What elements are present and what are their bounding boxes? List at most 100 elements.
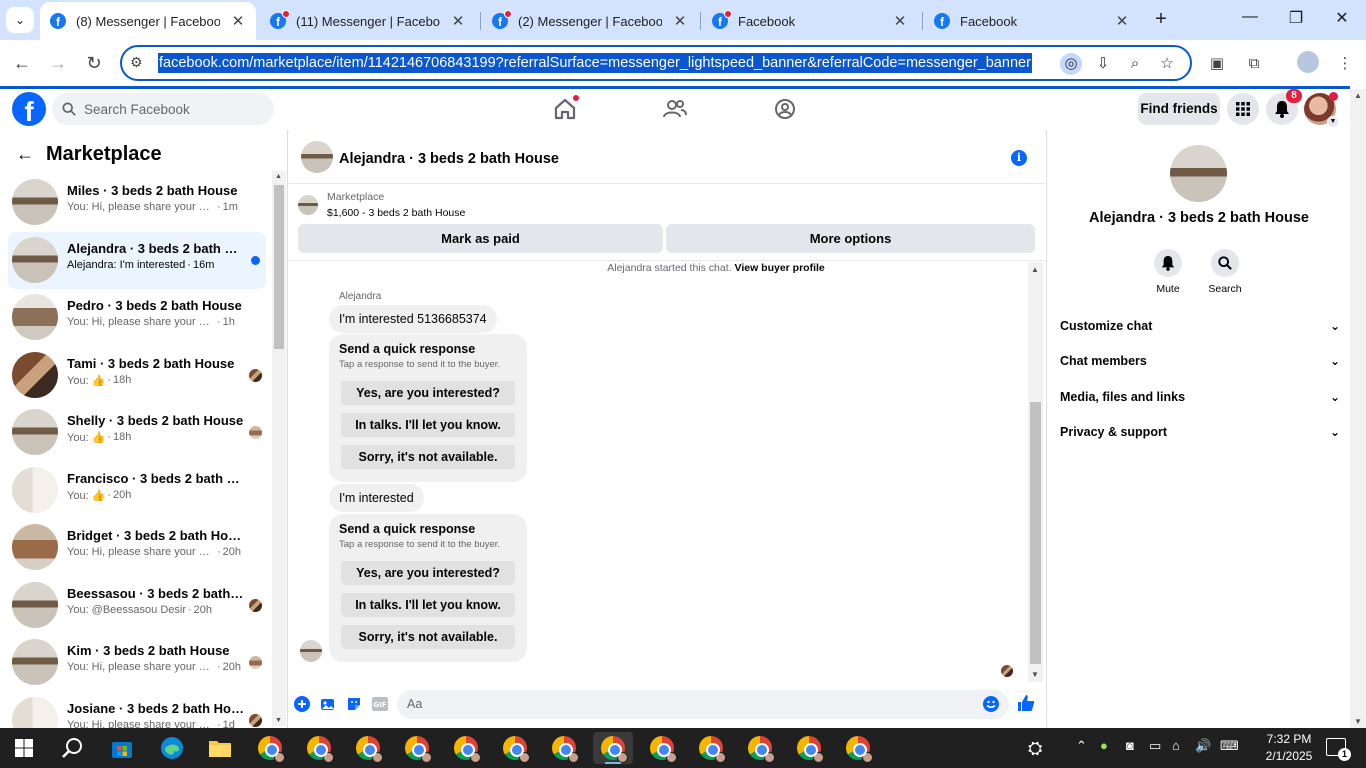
listing-large-thumbnail[interactable] [1170,145,1227,202]
chat-scrollbar[interactable]: ▲ ▼ [1028,262,1043,682]
emoji-icon[interactable] [983,696,999,712]
browser-tab-4[interactable]: f Facebook ✕ [702,4,918,38]
listing-thumbnail[interactable] [301,141,333,173]
privacy-support-section[interactable]: Privacy & support ⌄ [1060,421,1340,443]
browser-tab-5[interactable]: f Facebook ✕ [924,4,1140,38]
volume-icon[interactable]: 🔊 [1195,738,1211,754]
info-icon[interactable]: i [1011,150,1027,166]
conversation-item[interactable]: Shelly · 3 beds 2 bath House You: 👍 · 18h [8,404,266,462]
listing-price[interactable]: $1,600 - 3 beds 2 bath House [327,207,465,219]
conversation-item[interactable]: Tami · 3 beds 2 bath House You: 👍 · 18h [8,347,266,405]
home-icon[interactable] [551,95,579,123]
friends-icon[interactable] [661,95,689,123]
chat-members-section[interactable]: Chat members ⌄ [1060,350,1340,372]
browser-tab-1[interactable]: f (8) Messenger | Facebook ✕ [40,2,256,40]
chrome-profile-icon[interactable] [348,732,388,764]
tray-app-icon[interactable]: ⛭ [1028,738,1042,759]
notification-center-icon[interactable]: 1 [1326,738,1351,761]
scrollbar-thumb[interactable] [274,185,284,349]
network-icon[interactable]: ⌂ [1172,738,1180,753]
search-in-chat-button[interactable]: Search [1200,249,1250,295]
system-clock[interactable]: 7:32 PM 2/1/2025 [1254,731,1324,765]
windows-start-icon[interactable] [4,732,44,764]
zoom-icon[interactable]: ⌕ [1124,53,1146,75]
chrome-profile-icon[interactable] [789,732,829,764]
keyboard-icon[interactable]: ⌨ [1220,738,1239,754]
google-lens-icon[interactable]: ◎ [1060,53,1082,75]
quick-reply-not-available-button[interactable]: Sorry, it's not available. [341,445,515,469]
back-arrow-icon[interactable]: ← [16,144,34,165]
chrome-profile-icon[interactable] [593,732,633,764]
chrome-profile-icon[interactable] [642,732,682,764]
sender-avatar[interactable] [300,640,322,662]
browser-profile-avatar[interactable] [1297,51,1319,73]
chrome-profile-icon[interactable] [397,732,437,764]
close-tab-icon[interactable]: ✕ [892,12,908,30]
gif-icon[interactable]: GIF [371,695,389,713]
more-options-button[interactable]: More options [666,224,1035,253]
battery-icon[interactable]: ▭ [1149,738,1161,754]
close-tab-icon[interactable]: ✕ [230,12,246,30]
browser-tab-3[interactable]: f (2) Messenger | Facebook ✕ [482,4,698,38]
groups-icon[interactable] [771,95,799,123]
media-files-links-section[interactable]: Media, files and links ⌄ [1060,386,1340,408]
install-app-icon[interactable]: ⇩ [1092,53,1114,75]
view-buyer-profile-link[interactable]: View buyer profile [735,262,825,274]
back-arrow-icon[interactable]: ← [10,51,34,75]
close-window-icon[interactable]: ✕ [1319,8,1365,28]
address-bar[interactable]: ⚙ facebook.com/marketplace/item/11421467… [120,45,1192,81]
extension-puzzle-icon[interactable]: ▣ [1206,53,1228,75]
restore-icon[interactable]: ❐ [1273,8,1319,28]
conversation-item[interactable]: Alejandra · 3 beds 2 bath House Alejandra… [8,231,266,289]
conversation-item[interactable]: Francisco · 3 beds 2 bath House You: 👍·20… [8,462,266,520]
account-avatar[interactable]: ▼ [1304,92,1339,128]
mark-as-paid-button[interactable]: Mark as paid [298,224,663,253]
chrome-profile-icon[interactable] [544,732,584,764]
close-tab-icon[interactable]: ✕ [1114,12,1130,30]
chrome-profile-icon[interactable] [740,732,780,764]
site-settings-icon[interactable]: ⚙ [130,54,143,71]
find-friends-button[interactable]: Find friends [1138,93,1220,125]
reload-icon[interactable]: ↻ [82,51,106,75]
close-tab-icon[interactable]: ✕ [672,12,688,30]
like-thumbs-up-icon[interactable] [1017,694,1035,712]
conversation-item[interactable]: Pedro · 3 beds 2 bath House You: Hi, plea… [8,289,266,347]
scrollbar-thumb[interactable] [1030,402,1041,664]
facebook-search-input[interactable]: Search Facebook [52,93,274,125]
minimize-icon[interactable]: — [1227,8,1273,26]
tray-shield-icon[interactable]: ● [1100,738,1108,753]
message-input[interactable]: Aa [397,690,1009,719]
file-explorer-icon[interactable] [200,732,240,764]
sidebar-scrollbar[interactable]: ▲ ▼ [272,171,286,726]
edge-browser-icon[interactable] [152,732,192,764]
quick-reply-yes-button[interactable]: Yes, are you interested? [341,561,515,585]
quick-reply-in-talks-button[interactable]: In talks. I'll let you know. [341,593,515,617]
quick-reply-yes-button[interactable]: Yes, are you interested? [341,381,515,405]
chrome-profile-icon[interactable] [495,732,535,764]
url-text[interactable]: facebook.com/marketplace/item/1142146706… [158,53,1032,73]
forward-arrow-icon[interactable]: → [46,51,70,75]
taskbar-search-icon[interactable] [52,732,92,764]
page-scrollbar[interactable]: ▲ ▼ [1350,89,1366,728]
menu-grid-icon[interactable] [1227,93,1259,125]
bookmark-star-icon[interactable]: ☆ [1156,53,1178,75]
new-tab-icon[interactable]: + [1150,8,1172,31]
tray-camera-icon[interactable]: ◙ [1126,738,1134,753]
tab-search-button[interactable]: ⌄ [6,7,34,33]
extensions-icon[interactable]: ⧉ [1243,53,1265,75]
microsoft-store-icon[interactable] [102,732,142,764]
close-tab-icon[interactable]: ✕ [450,12,466,30]
chrome-profile-icon[interactable] [299,732,339,764]
quick-reply-in-talks-button[interactable]: In talks. I'll let you know. [341,413,515,437]
listing-small-thumbnail[interactable] [298,195,318,215]
chrome-profile-icon[interactable] [691,732,731,764]
conversation-item[interactable]: Beessasou · 3 beds 2 bath House You: @Bee… [8,577,266,635]
mute-button[interactable]: Mute [1143,249,1193,295]
conversation-item[interactable]: Kim · 3 beds 2 bath House You: Hi, please… [8,634,266,692]
chat-title[interactable]: Alejandra · 3 beds 2 bath House [339,151,559,167]
conversation-item[interactable]: Miles · 3 beds 2 bath House You: Hi, plea… [8,174,266,232]
sticker-icon[interactable] [345,695,363,713]
facebook-logo-icon[interactable]: f [12,92,46,126]
browser-tab-2[interactable]: f (11) Messenger | Facebook ✕ [260,4,476,38]
conversation-item[interactable]: Bridget · 3 beds 2 bath House You: Hi, pl… [8,519,266,577]
